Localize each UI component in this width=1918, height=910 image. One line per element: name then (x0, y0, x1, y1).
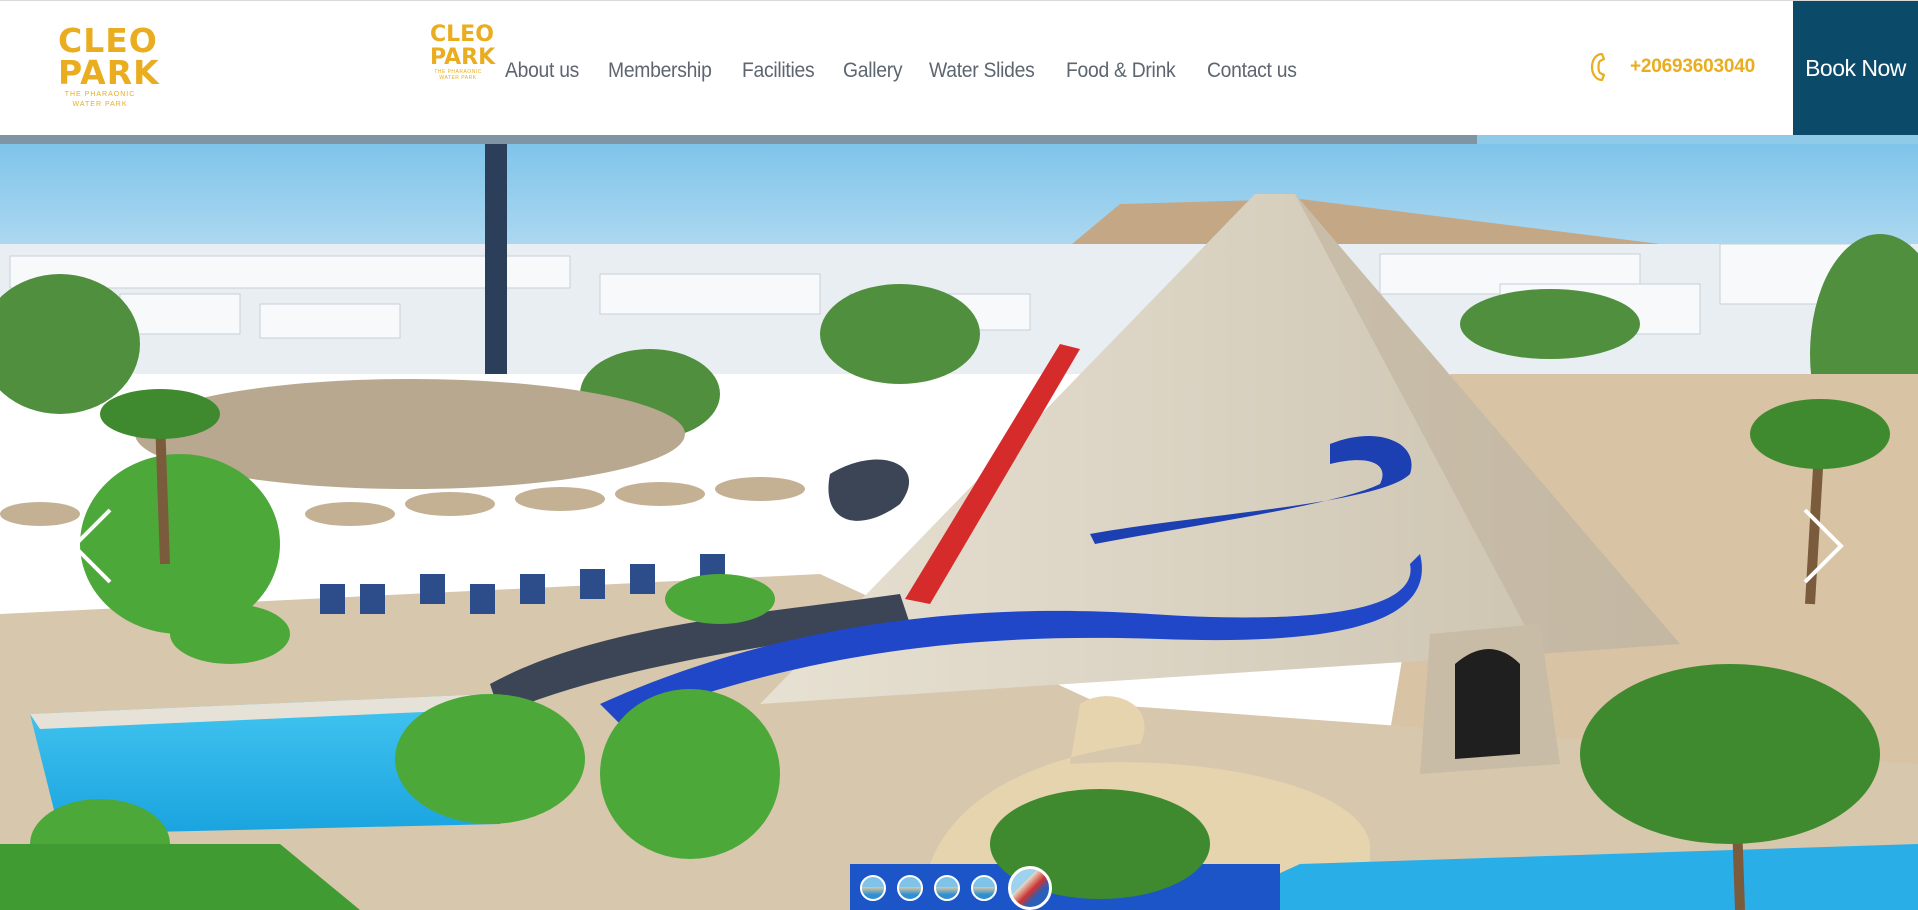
hero-slide-image (0, 144, 1918, 910)
water-park-scene (0, 144, 1918, 910)
logo-tagline-2: WATER PARK (72, 101, 128, 108)
nav-item-membership[interactable]: Membership (608, 59, 712, 83)
nav-logo-line-1: CLEO (430, 22, 494, 47)
nav-logo-tagline-2: WATER PARK (439, 75, 477, 81)
slide-thumbnails (860, 866, 1052, 910)
slider-progress-fill (0, 135, 1477, 144)
nav-item-facilities[interactable]: Facilities (742, 59, 815, 83)
slide-thumbnail-4[interactable] (971, 875, 997, 901)
book-now-button[interactable]: Book Now (1793, 1, 1918, 135)
slide-thumbnail-2[interactable] (897, 875, 923, 901)
nav-item-gallery[interactable]: Gallery (843, 59, 903, 83)
phone-contact[interactable]: +20693603040 (1588, 51, 1755, 83)
phone-number: +20693603040 (1630, 56, 1755, 77)
logo-tagline-1: THE PHARAONIC (64, 91, 136, 98)
slide-thumbnail-3[interactable] (934, 875, 960, 901)
nav-item-about-us[interactable]: About us (505, 59, 579, 83)
nav-logo-line-2: PARK (430, 45, 496, 70)
main-nav: About us Membership Facilities Gallery W… (505, 59, 1326, 83)
nav-item-water-slides[interactable]: Water Slides (929, 59, 1035, 83)
site-header: CLEO PARK THE PHARAONIC WATER PARK CLEO … (0, 0, 1918, 135)
logo-line-2: PARK (58, 53, 160, 92)
site-logo[interactable]: CLEO PARK THE PHARAONIC WATER PARK (58, 24, 160, 115)
nav-item-food-drink[interactable]: Food & Drink (1066, 59, 1176, 83)
nav-item-contact-us[interactable]: Contact us (1207, 59, 1297, 83)
slide-thumbnail-1[interactable] (860, 875, 886, 901)
slide-thumbnail-5-active[interactable] (1008, 866, 1052, 910)
phone-icon (1590, 52, 1606, 82)
nav-logo[interactable]: CLEO PARK THE PHARAONIC WATER PARK (430, 22, 496, 85)
chevron-right-icon[interactable] (1797, 506, 1847, 586)
slider-progress-bar (0, 135, 1918, 144)
chevron-left-icon[interactable] (68, 506, 118, 586)
